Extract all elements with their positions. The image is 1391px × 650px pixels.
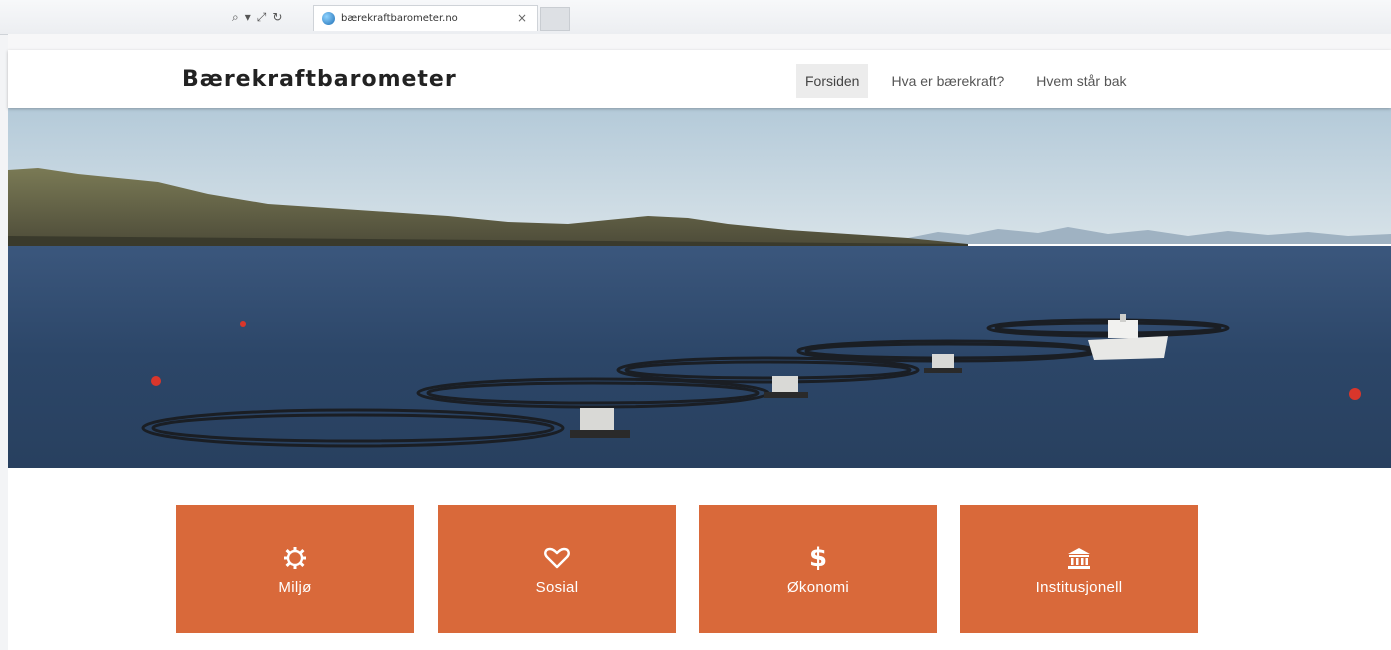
card-label-institusjonell: Institusjonell: [1035, 578, 1123, 596]
hero-image: [8, 108, 1391, 468]
search-icon[interactable]: ⌕: [232, 10, 239, 25]
browser-toolbar: ⌕ ▾ ⤢ ↻ bærekraftbarometer.no ×: [0, 0, 1391, 35]
card-label-okonomi: Økonomi: [786, 578, 850, 596]
card-okonomi[interactable]: $ Økonomi: [699, 505, 937, 633]
card-sosial[interactable]: Sosial: [438, 505, 676, 633]
card-miljo[interactable]: Miljø: [176, 505, 414, 633]
browser-command-strip: [8, 34, 1391, 51]
card-label-sosial: Sosial: [535, 578, 579, 596]
category-cards: Miljø Sosial $ Økonomi Institusjonell: [176, 505, 1206, 633]
dollar-glyph: $: [808, 542, 828, 573]
fish-farm-illustration: [8, 108, 1391, 468]
gear-icon: [283, 543, 307, 573]
dropdown-icon[interactable]: ▾: [245, 10, 251, 24]
browser-tab[interactable]: bærekraftbarometer.no ×: [313, 5, 538, 31]
card-label-miljo: Miljø: [278, 578, 312, 596]
nav-link-forsiden[interactable]: Forsiden: [796, 64, 869, 98]
nav-links: Forsiden Hva er bærekraft? Hvem står bak: [796, 64, 1150, 98]
web-page: Bærekraftbarometer Forsiden Hva er bærek…: [8, 50, 1391, 650]
refresh-icon[interactable]: ↻: [272, 10, 282, 24]
nav-link-hva-er-baerekraft[interactable]: Hva er bærekraft?: [882, 64, 1013, 98]
heart-icon: [544, 543, 570, 573]
card-institusjonell[interactable]: Institusjonell: [960, 505, 1198, 633]
favicon-icon: [322, 12, 335, 25]
bank-icon: [1066, 543, 1092, 573]
site-navbar: Bærekraftbarometer Forsiden Hva er bærek…: [8, 50, 1391, 108]
tab-title: bærekraftbarometer.no: [341, 13, 458, 24]
close-tab-icon[interactable]: ×: [517, 11, 527, 25]
site-brand[interactable]: Bærekraftbarometer: [182, 67, 457, 92]
nav-link-hvem-star-bak[interactable]: Hvem står bak: [1027, 64, 1135, 98]
compat-view-icon[interactable]: ⤢: [257, 10, 267, 25]
dollar-icon: $: [809, 543, 827, 573]
new-tab-button[interactable]: [540, 7, 570, 31]
address-bar-controls: ⌕ ▾ ⤢ ↻: [232, 9, 282, 25]
